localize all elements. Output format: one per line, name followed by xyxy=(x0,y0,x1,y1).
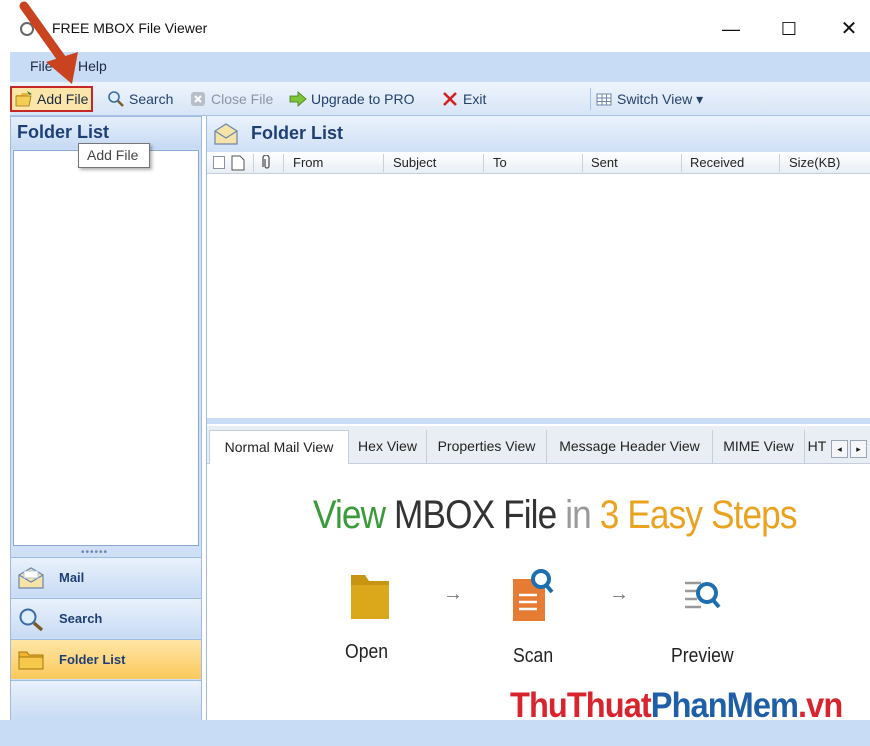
column-received[interactable]: Received xyxy=(690,155,744,170)
right-pane: Folder List From Subject To Sent Receive… xyxy=(206,116,870,720)
arrow-right-icon xyxy=(289,91,307,107)
nav-label-mail: Mail xyxy=(59,570,85,585)
title-bar: FREE MBOX File Viewer — ☐ ✕ xyxy=(0,0,870,52)
tab-hex-view[interactable]: Hex View xyxy=(349,430,427,464)
column-sent[interactable]: Sent xyxy=(591,155,618,170)
maximize-button[interactable]: ☐ xyxy=(766,12,812,46)
switch-view-button[interactable]: Switch View ▾ xyxy=(592,86,706,112)
right-pane-header: Folder List xyxy=(207,116,870,152)
folder-tree[interactable] xyxy=(13,150,199,546)
add-file-label: Add File xyxy=(37,91,89,107)
column-separator xyxy=(681,154,682,172)
grid-view-icon xyxy=(596,93,612,106)
close-button[interactable]: ✕ xyxy=(826,12,870,46)
search-icon xyxy=(19,608,44,631)
preview-area: View MBOX File in 3 Easy Steps → → Open … xyxy=(207,465,870,720)
exit-x-icon xyxy=(443,92,457,106)
step-label-preview: Preview xyxy=(671,645,734,667)
column-separator xyxy=(779,154,780,172)
column-from[interactable]: From xyxy=(293,155,323,170)
tab-message-header-view[interactable]: Message Header View xyxy=(547,430,713,464)
headline-view: View xyxy=(313,493,386,537)
tab-scroll-arrows: ◂ ▸ xyxy=(831,440,869,458)
column-size[interactable]: Size(KB) xyxy=(789,155,840,170)
column-separator xyxy=(283,154,284,172)
step-arrow-2: → xyxy=(609,583,629,605)
search-icon xyxy=(108,91,124,107)
select-all-checkbox[interactable] xyxy=(213,156,225,169)
add-file-button[interactable]: Add File xyxy=(10,86,94,112)
nav-item-mail[interactable]: Mail xyxy=(11,557,201,597)
search-label: Search xyxy=(129,91,174,107)
close-file-button[interactable]: Close File xyxy=(186,86,276,112)
left-pane-title: Folder List xyxy=(17,122,110,142)
menu-bar: File Help xyxy=(10,52,870,82)
nav-label-search: Search xyxy=(59,611,103,626)
attachment-icon xyxy=(262,155,270,169)
close-file-icon xyxy=(191,92,205,106)
nav-label-folder-list: Folder List xyxy=(59,652,126,667)
switch-view-label: Switch View ▾ xyxy=(617,90,704,107)
open-folder-icon xyxy=(15,91,32,107)
step-arrow-1: → xyxy=(443,583,463,605)
column-separator xyxy=(483,154,484,172)
folder-icon xyxy=(18,651,44,669)
column-separator xyxy=(253,154,254,172)
headline-easy-steps: 3 Easy Steps xyxy=(590,493,798,537)
column-to[interactable]: To xyxy=(493,155,507,170)
left-pane: Folder List •••••• Mail Search Folder Li… xyxy=(10,116,202,720)
toolbar: Add File Search Close File Upgrade to PR… xyxy=(10,82,870,116)
search-button[interactable]: Search xyxy=(104,86,176,112)
nav-item-folder-list[interactable]: Folder List xyxy=(11,639,201,679)
tab-properties-view[interactable]: Properties View xyxy=(427,430,547,464)
toolbar-separator xyxy=(590,88,591,110)
view-tabs: Normal Mail View Hex View Properties Vie… xyxy=(207,426,870,464)
headline-in: in xyxy=(556,493,592,537)
add-file-tooltip: Add File xyxy=(78,143,150,168)
step-label-scan: Scan xyxy=(513,645,554,667)
exit-button[interactable]: Exit xyxy=(438,86,489,112)
mail-icon xyxy=(18,566,44,589)
exit-label: Exit xyxy=(463,91,487,107)
upgrade-label: Upgrade to PRO xyxy=(311,91,415,107)
annotation-arrow-icon xyxy=(19,1,78,84)
headline-mbox-file: MBOX File xyxy=(385,493,557,537)
scan-document-icon xyxy=(513,569,554,621)
minimize-button[interactable]: — xyxy=(708,12,754,46)
steps-headline: View MBOX File in 3 Easy Steps xyxy=(313,493,797,538)
upgrade-button[interactable]: Upgrade to PRO xyxy=(286,86,418,112)
tab-mime-view[interactable]: MIME View xyxy=(713,430,805,464)
column-subject[interactable]: Subject xyxy=(393,155,436,170)
mail-grid-header: From Subject To Sent Received Size(KB) xyxy=(207,152,870,174)
step-label-open: Open xyxy=(345,641,389,663)
tab-scroll-right-icon[interactable]: ▸ xyxy=(850,440,867,458)
nav-overflow-bar[interactable] xyxy=(11,680,201,720)
open-folder-icon xyxy=(351,575,389,619)
column-separator xyxy=(383,154,384,172)
horizontal-splitter[interactable] xyxy=(207,418,870,424)
tab-html-view[interactable]: HT xyxy=(805,430,829,464)
column-separator xyxy=(582,154,583,172)
mail-grid-body[interactable] xyxy=(207,174,870,418)
mail-folder-icon xyxy=(214,123,238,145)
preview-document-icon xyxy=(685,581,721,609)
document-icon xyxy=(231,155,245,171)
close-file-label: Close File xyxy=(211,91,274,107)
nav-item-search[interactable]: Search xyxy=(11,598,201,638)
status-bar xyxy=(0,720,870,746)
tab-normal-mail-view[interactable]: Normal Mail View xyxy=(209,430,349,464)
right-pane-title: Folder List xyxy=(251,123,344,143)
tab-scroll-left-icon[interactable]: ◂ xyxy=(831,440,848,458)
